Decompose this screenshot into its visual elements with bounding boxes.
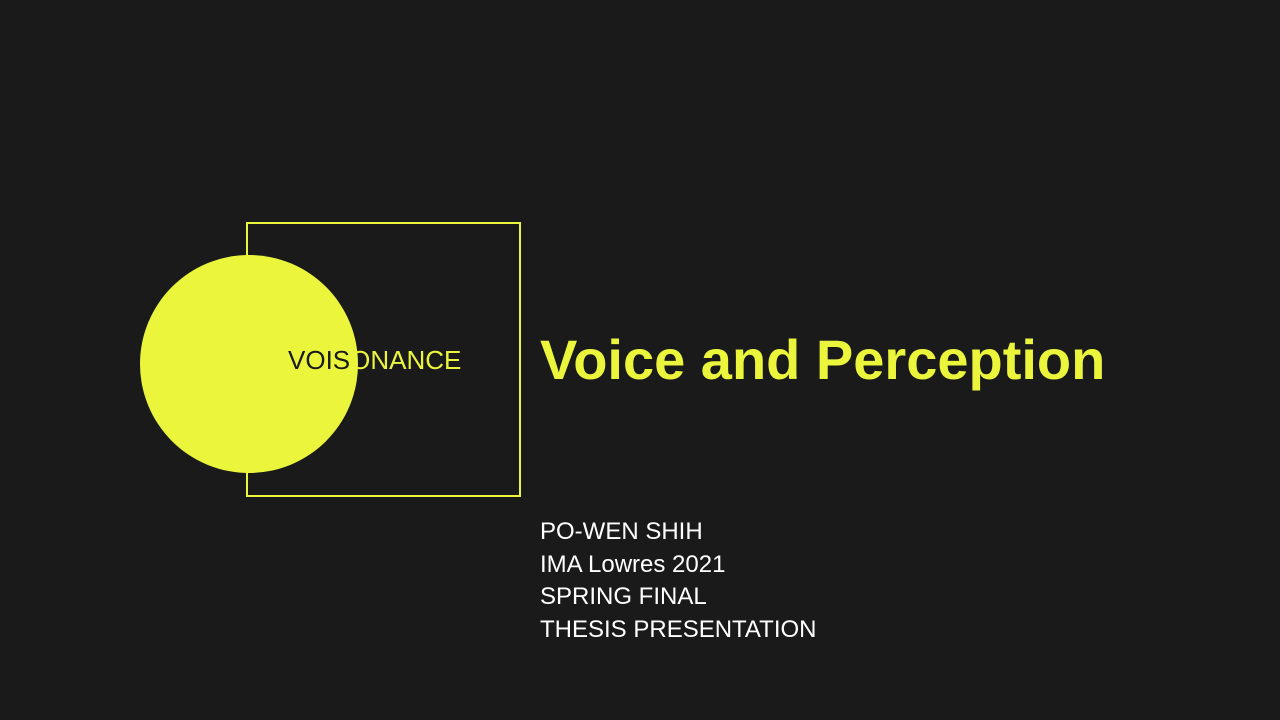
presentation-details: PO-WEN SHIH IMA Lowres 2021 SPRING FINAL… xyxy=(540,516,816,646)
program-line: IMA Lowres 2021 xyxy=(540,550,726,578)
slide-title: Voice and Perception xyxy=(540,328,1106,391)
logo-wordmark-dark-part: VOIS xyxy=(288,345,351,375)
presentation-type: THESIS PRESENTATION xyxy=(540,615,817,643)
author-name: PO-WEN SHIH xyxy=(540,518,703,545)
title-slide: VOISONANCE Voice and Perception PO-WEN S… xyxy=(0,0,1280,720)
logo-wordmark-light-part: ONANCE xyxy=(350,345,462,375)
term-line: SPRING FINAL xyxy=(540,583,707,610)
logo-wordmark: VOISONANCE xyxy=(288,343,461,377)
